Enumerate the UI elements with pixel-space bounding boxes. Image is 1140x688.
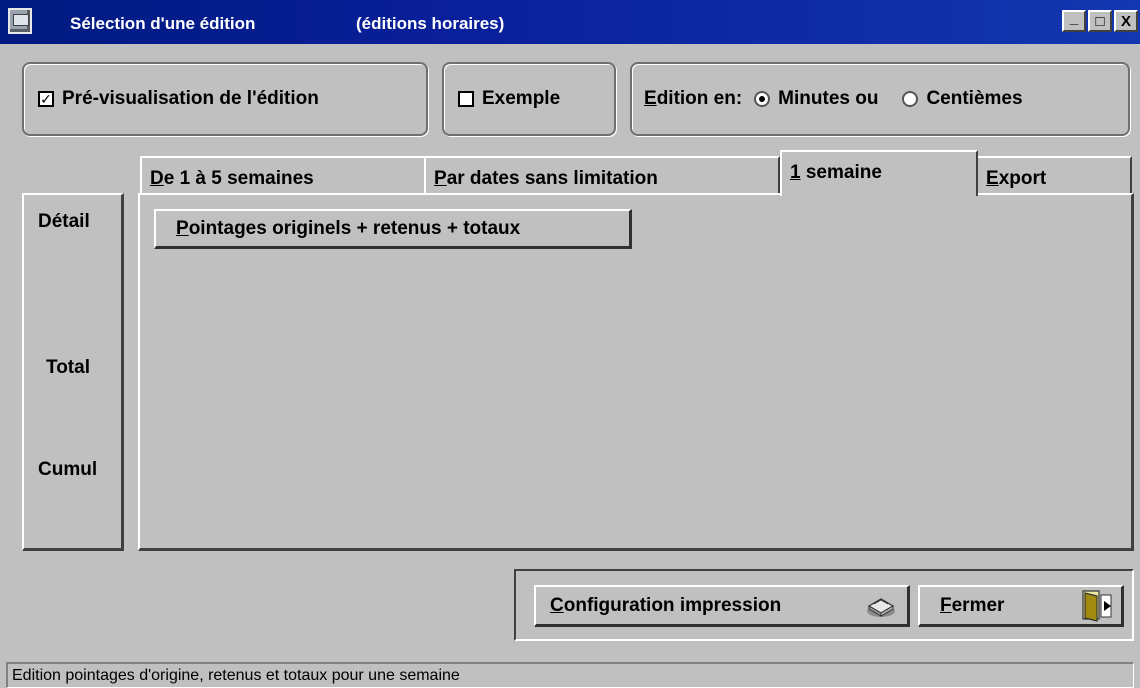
maximize-icon: □ — [1095, 12, 1105, 30]
tab-1-week[interactable]: 1 semaine — [780, 150, 978, 196]
close-button[interactable]: Fermer — [918, 585, 1124, 627]
print-config-button[interactable]: Configuration impression — [534, 585, 910, 627]
example-group: Exemple — [442, 62, 616, 136]
total-label: Total — [46, 357, 90, 378]
minimize-button[interactable]: _ — [1062, 10, 1086, 32]
status-text: Edition pointages d'origine, retenus et … — [12, 667, 460, 684]
title-bar[interactable]: Sélection d'une édition (éditions horair… — [0, 0, 1140, 44]
example-checkbox[interactable] — [458, 91, 474, 107]
status-bar: Edition pointages d'origine, retenus et … — [6, 662, 1134, 688]
dialog-window: Sélection d'une édition (éditions horair… — [0, 0, 1140, 688]
report-originals-retained-totals-button[interactable]: Pointages originels + retenus + totaux — [154, 209, 632, 249]
level-side-panel: Détail Total Cumul — [22, 193, 124, 551]
minutes-radio[interactable] — [754, 91, 771, 107]
minutes-label[interactable]: Minutes ou — [778, 88, 878, 110]
minimize-icon: _ — [1069, 9, 1079, 27]
cumul-label: Cumul — [38, 459, 98, 480]
preview-checkbox[interactable]: ✓ — [38, 91, 54, 107]
printer-app-icon[interactable] — [8, 8, 32, 34]
preview-label[interactable]: Pré-visualisation de l'édition — [62, 88, 319, 110]
detail-label: Détail — [38, 211, 90, 232]
tab-dates-unlimited[interactable]: Par dates sans limitation — [424, 156, 780, 196]
tab-export[interactable]: Export — [976, 156, 1132, 196]
centiemes-label[interactable]: Centièmes — [926, 88, 1022, 110]
edition-unit-label: Edition en: — [644, 88, 743, 109]
close-window-button[interactable]: X — [1114, 10, 1138, 32]
window-title: Sélection d'une édition — [70, 14, 256, 33]
printer-icon — [867, 598, 895, 617]
example-label[interactable]: Exemple — [482, 88, 560, 110]
window-controls: _ □ X — [1062, 10, 1138, 32]
window-subtitle: (éditions horaires) — [356, 14, 505, 33]
checkmark-icon: ✓ — [40, 91, 52, 107]
preview-group: ✓ Pré-visualisation de l'édition — [22, 62, 428, 136]
exit-door-icon — [1082, 590, 1112, 622]
close-icon: X — [1120, 12, 1131, 30]
footer-button-group: Configuration impression Fermer — [514, 569, 1134, 641]
maximize-button[interactable]: □ — [1088, 10, 1112, 32]
edition-unit-group: Edition en: Minutes ou Centièmes — [630, 62, 1130, 136]
tab-panel: Pointages originels + retenus + totaux — [138, 193, 1134, 551]
tab-1-to-5-weeks[interactable]: De 1 à 5 semaines — [140, 156, 426, 196]
centiemes-radio[interactable] — [902, 91, 919, 107]
